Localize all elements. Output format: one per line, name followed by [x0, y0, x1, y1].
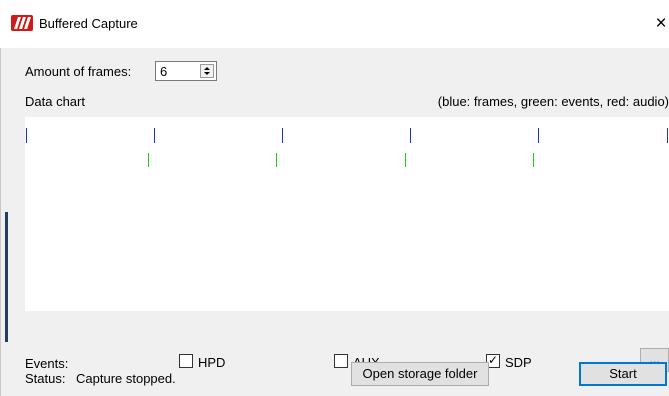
buffered-capture-window: Buffered Capture × Amount of frames: 6 D… — [0, 0, 669, 396]
spin-down-arrow-icon[interactable] — [204, 72, 210, 75]
window-title: Buffered Capture — [39, 16, 138, 31]
window-left-edge — [0, 0, 1, 396]
aux-checkbox-box[interactable] — [334, 354, 348, 368]
events-label: Events: — [25, 356, 69, 371]
frames-spinbox[interactable]: 6 — [155, 61, 217, 81]
frames-label: Amount of frames: — [25, 64, 132, 79]
open-storage-folder-button[interactable]: Open storage folder — [351, 362, 489, 386]
status-label: Status: — [25, 371, 66, 386]
sdp-checkbox-label[interactable]: SDP — [505, 355, 532, 370]
data-chart-svg — [26, 128, 668, 167]
data-chart — [25, 117, 669, 311]
chart-legend-text: (blue: frames, green: events, red: audio… — [437, 94, 669, 109]
data-chart-label: Data chart — [25, 94, 85, 109]
hpd-checkbox-label[interactable]: HPD — [198, 355, 225, 370]
start-button[interactable]: Start — [579, 362, 667, 386]
spin-up-arrow-icon[interactable] — [204, 67, 210, 70]
frames-value[interactable]: 6 — [160, 64, 167, 79]
close-icon[interactable]: × — [646, 8, 669, 40]
app-logo-icon — [11, 15, 33, 31]
title-bar: Buffered Capture × — [0, 0, 669, 48]
spin-updown-icon[interactable] — [200, 64, 214, 78]
status-value: Capture stopped. — [76, 371, 176, 386]
checkmark-icon: ✓ — [488, 353, 499, 367]
hpd-checkbox-box[interactable] — [179, 354, 193, 368]
left-accent-bar — [5, 212, 8, 342]
